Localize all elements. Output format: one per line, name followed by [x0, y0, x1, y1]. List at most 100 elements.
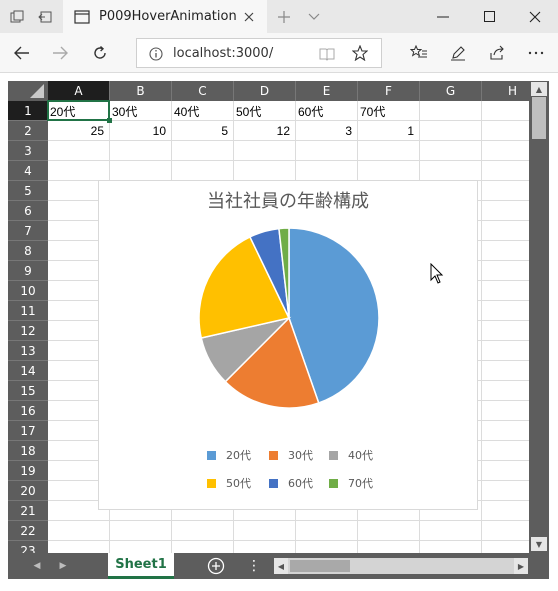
close-window-button[interactable]	[512, 0, 558, 33]
cell-c1[interactable]: 40代	[172, 101, 234, 121]
column-header-b[interactable]: B	[110, 81, 172, 101]
row-header-18[interactable]: 18	[8, 441, 48, 461]
column-header-e[interactable]: E	[296, 81, 358, 101]
cell-a2[interactable]: 25	[48, 121, 110, 141]
row-header-20[interactable]: 20	[8, 481, 48, 501]
row-header-13[interactable]: 13	[8, 341, 48, 361]
share-icon[interactable]	[483, 33, 511, 73]
select-all-corner[interactable]	[8, 81, 48, 101]
row-header-2[interactable]: 2	[8, 121, 48, 141]
minimize-button[interactable]	[420, 0, 466, 33]
favorite-star-icon[interactable]	[351, 44, 369, 65]
refresh-icon[interactable]	[86, 33, 114, 73]
cell-b2[interactable]: 10	[110, 121, 172, 141]
cell-f1[interactable]: 70代	[358, 101, 420, 121]
legend-item[interactable]: 40代	[329, 447, 373, 463]
horizontal-scrollbar[interactable]: ◀ ▶	[274, 558, 528, 574]
grid-line	[48, 160, 529, 161]
row-header-3[interactable]: 3	[8, 141, 48, 161]
legend-label: 20代	[226, 449, 251, 462]
new-tab-icon[interactable]	[272, 0, 296, 33]
row-header-14[interactable]: 14	[8, 361, 48, 381]
sheet-options-icon[interactable]: ⋮	[246, 553, 262, 579]
legend-label: 30代	[288, 449, 313, 462]
column-header-g[interactable]: G	[420, 81, 482, 101]
cell-f2[interactable]: 1	[358, 121, 420, 141]
legend-item[interactable]: 20代	[207, 447, 251, 463]
column-header-d[interactable]: D	[234, 81, 296, 101]
scroll-right-icon[interactable]: ▶	[514, 558, 528, 574]
legend-swatch	[269, 478, 278, 488]
row-header-21[interactable]: 21	[8, 501, 48, 521]
info-icon[interactable]	[149, 46, 163, 65]
tab-list-chevron-icon[interactable]	[302, 0, 326, 33]
legend-swatch	[269, 450, 278, 460]
add-sheet-icon[interactable]	[206, 556, 226, 576]
tab-actions-icon[interactable]	[4, 0, 30, 33]
legend-item[interactable]: 70代	[329, 475, 373, 491]
column-header-h[interactable]: H	[482, 81, 529, 101]
row-header-23[interactable]: 23	[8, 541, 48, 553]
vertical-scroll-thumb[interactable]	[532, 97, 546, 139]
column-header-f[interactable]: F	[358, 81, 420, 101]
browser-tab[interactable]: P009HoverAnimation	[63, 0, 267, 33]
row-header-15[interactable]: 15	[8, 381, 48, 401]
sheet-tab-bar: ◀ ▶ Sheet1 ⋮ ◀ ▶	[8, 553, 549, 579]
scroll-left-icon[interactable]: ◀	[274, 558, 288, 574]
row-header-6[interactable]: 6	[8, 201, 48, 221]
legend-item[interactable]: 50代	[207, 475, 251, 491]
active-cell-border	[47, 100, 110, 121]
legend-swatch	[207, 478, 216, 488]
sheet-tab[interactable]: Sheet1	[108, 553, 174, 579]
prev-sheet-icon[interactable]: ◀	[28, 553, 46, 579]
scroll-down-icon[interactable]: ▼	[531, 537, 547, 551]
scroll-up-icon[interactable]: ▲	[531, 82, 547, 96]
title-bar: P009HoverAnimation	[0, 0, 558, 33]
cell-e2[interactable]: 3	[296, 121, 358, 141]
more-options-icon[interactable]	[522, 33, 550, 73]
row-header-22[interactable]: 22	[8, 521, 48, 541]
horizontal-scroll-thumb[interactable]	[290, 560, 350, 572]
row-header-16[interactable]: 16	[8, 401, 48, 421]
forward-icon[interactable]	[46, 33, 74, 73]
row-header-10[interactable]: 10	[8, 281, 48, 301]
address-bar[interactable]: localhost:3000/	[136, 38, 382, 68]
row-header-12[interactable]: 12	[8, 321, 48, 341]
pie-chart[interactable]: 当社社員の年齢構成 20代 30代 40代 50代 60代 70代	[98, 180, 478, 510]
vertical-scrollbar[interactable]: ▲ ▼	[529, 81, 549, 553]
row-header-17[interactable]: 17	[8, 421, 48, 441]
cell-b1[interactable]: 30代	[110, 101, 172, 121]
legend-item[interactable]: 30代	[269, 447, 313, 463]
back-icon[interactable]	[8, 33, 36, 73]
grid-line	[481, 101, 482, 553]
cell-d2[interactable]: 12	[234, 121, 296, 141]
column-header-a[interactable]: A	[48, 81, 110, 101]
cell-e1[interactable]: 60代	[296, 101, 358, 121]
maximize-button[interactable]	[466, 0, 512, 33]
row-header-8[interactable]: 8	[8, 241, 48, 261]
cell-d1[interactable]: 50代	[234, 101, 296, 121]
column-header-c[interactable]: C	[172, 81, 234, 101]
reading-view-icon[interactable]	[319, 46, 335, 65]
row-header-1[interactable]: 1	[8, 101, 48, 121]
row-header-9[interactable]: 9	[8, 261, 48, 281]
app-window: P009HoverAnimation localhost:3000/ A B C…	[0, 0, 558, 591]
row-header-4[interactable]: 4	[8, 161, 48, 181]
legend-item[interactable]: 60代	[269, 475, 313, 491]
row-header-5[interactable]: 5	[8, 181, 48, 201]
legend-swatch	[329, 450, 338, 460]
set-tabs-aside-icon[interactable]	[32, 0, 58, 33]
grid-line	[48, 540, 529, 541]
web-note-pen-icon[interactable]	[444, 33, 472, 73]
legend-label: 70代	[348, 477, 373, 490]
close-tab-icon[interactable]	[239, 0, 259, 33]
favorites-hub-icon[interactable]	[405, 33, 433, 73]
pie-plot	[198, 227, 380, 409]
next-sheet-icon[interactable]: ▶	[54, 553, 72, 579]
row-header-19[interactable]: 19	[8, 461, 48, 481]
cell-c2[interactable]: 5	[172, 121, 234, 141]
url-text: localhost:3000/	[173, 46, 274, 61]
row-header-11[interactable]: 11	[8, 301, 48, 321]
row-header-7[interactable]: 7	[8, 221, 48, 241]
fill-handle[interactable]	[107, 118, 112, 123]
